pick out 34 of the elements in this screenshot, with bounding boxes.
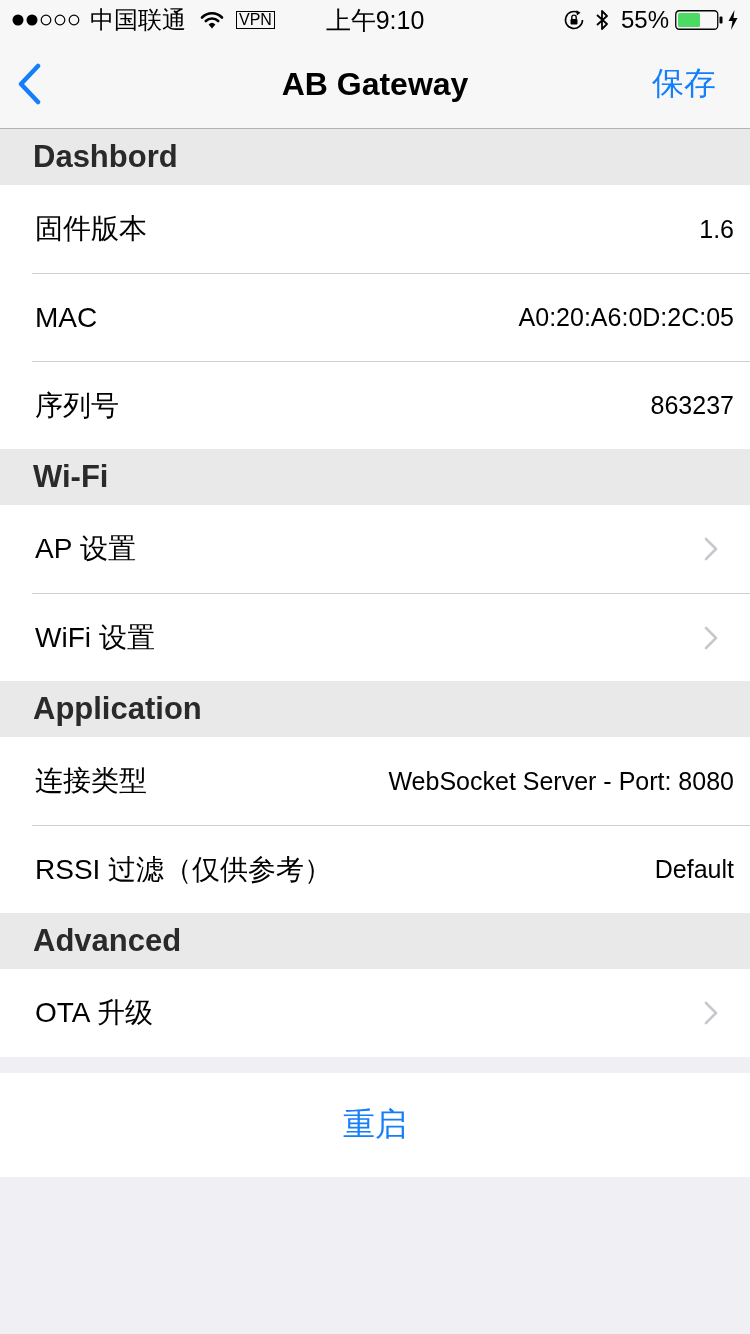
wifi-icon xyxy=(200,11,224,29)
row-value: 863237 xyxy=(650,391,734,420)
settings-link-row[interactable]: AP 设置 xyxy=(32,505,750,593)
signal-strength-icon xyxy=(12,14,80,26)
chevron-right-icon xyxy=(704,625,718,650)
charging-bolt-icon xyxy=(728,10,738,30)
battery-icon xyxy=(675,10,723,30)
navigation-title: AB Gateway xyxy=(281,65,469,103)
back-button[interactable] xyxy=(16,63,42,105)
row-value: A0:20:A6:0D:2C:05 xyxy=(518,303,734,332)
row-label: 序列号 xyxy=(35,388,119,423)
row-value: 1.6 xyxy=(699,214,734,244)
carrier-name: 中国联通 xyxy=(90,5,186,35)
rotation-lock-icon xyxy=(562,9,585,31)
row-label: 固件版本 xyxy=(35,212,147,246)
back-chevron-icon xyxy=(16,63,42,105)
row-label: 连接类型 xyxy=(35,764,147,798)
row-label: MAC xyxy=(35,301,98,334)
row-label: RSSI 过滤（仅供参考） xyxy=(35,852,333,887)
save-button[interactable]: 保存 xyxy=(652,62,716,106)
vpn-indicator: VPN xyxy=(236,11,275,29)
section-header: Wi-Fi xyxy=(0,449,750,505)
chevron-right-icon xyxy=(704,1001,718,1025)
row-value: WebSocket Server - Port: 8080 xyxy=(388,766,734,796)
restart-button[interactable]: 重启 xyxy=(0,1073,750,1177)
section-header: Dashbord xyxy=(0,129,750,185)
chevron-right-icon xyxy=(704,537,718,561)
status-time: 上午9:10 xyxy=(325,4,425,36)
row-value: Default xyxy=(654,855,734,884)
section-header: Advanced xyxy=(0,913,750,969)
settings-link-row[interactable]: OTA 升级 xyxy=(32,969,750,1057)
battery-percentage: 55% xyxy=(620,6,669,34)
section-header: Application xyxy=(0,681,750,737)
bluetooth-icon xyxy=(594,8,609,32)
